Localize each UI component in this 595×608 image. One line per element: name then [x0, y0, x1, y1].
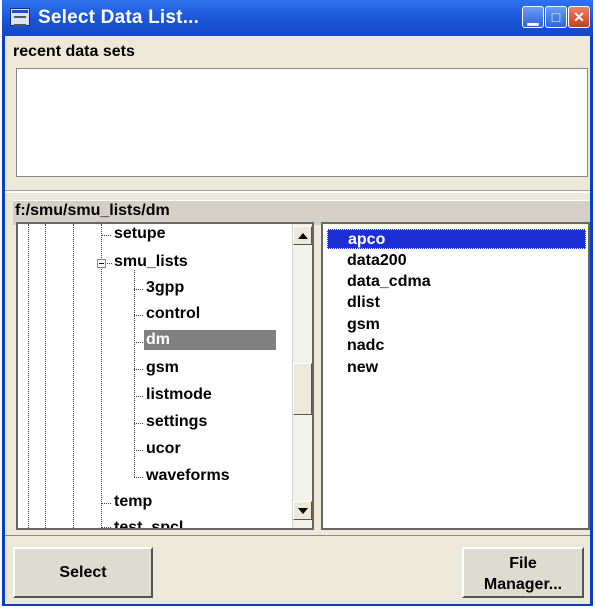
tree-item-control[interactable]: control	[146, 305, 200, 323]
file-item-new[interactable]: new	[327, 358, 586, 378]
tree-branch	[134, 289, 143, 290]
tree-item-setupe[interactable]: setupe	[114, 225, 166, 243]
select-button-label: Select	[59, 564, 107, 581]
tree-guide-line	[101, 224, 102, 528]
file-manager-button[interactable]: File Manager...	[462, 547, 584, 598]
tree-branch	[107, 263, 112, 264]
file-item-data-cdma[interactable]: data_cdma	[327, 272, 586, 292]
window-list-icon	[10, 8, 30, 26]
scroll-thumb[interactable]	[293, 363, 312, 415]
tree-branch	[134, 423, 143, 424]
button-bar: Select File Manager...	[5, 535, 590, 604]
current-path: f:/smu/smu_lists/dm	[15, 202, 170, 219]
maximize-icon: □	[551, 9, 561, 25]
select-button[interactable]: Select	[13, 547, 153, 598]
close-button[interactable]: ✕	[568, 6, 590, 28]
collapse-icon[interactable]	[97, 259, 106, 268]
tree-item-smu-lists[interactable]: smu_lists	[114, 253, 188, 271]
tree-branch	[134, 315, 143, 316]
file-item-gsm[interactable]: gsm	[327, 315, 586, 335]
file-item-nadc[interactable]: nadc	[327, 336, 586, 356]
tree-guide-line	[28, 224, 29, 528]
tree-item-test-spcl[interactable]: test_spcl	[114, 519, 183, 528]
maximize-button[interactable]: □	[545, 6, 567, 28]
tree-branch	[134, 342, 143, 343]
file-item-data200[interactable]: data200	[327, 251, 586, 271]
tree-scrollbar[interactable]	[292, 224, 312, 528]
file-item-apco[interactable]: apco	[327, 229, 586, 249]
window-title: Select Data List...	[38, 7, 200, 28]
file-manager-label-line1: File	[509, 555, 537, 572]
file-list[interactable]: apco data200 data_cdma dlist gsm nadc ne…	[321, 222, 590, 530]
tree-branch	[134, 369, 143, 370]
tree-guide-line	[134, 270, 135, 477]
tree-branch	[101, 235, 111, 236]
tree-item-ucor[interactable]: ucor	[146, 440, 181, 458]
tree-branch	[134, 450, 143, 451]
tree-branch	[101, 527, 111, 528]
down-arrow-icon	[298, 508, 308, 514]
scroll-down-button[interactable]	[293, 501, 312, 520]
minimize-icon: ▁	[527, 9, 539, 25]
file-item-dlist[interactable]: dlist	[327, 293, 586, 313]
tree-item-3gpp[interactable]: 3gpp	[146, 279, 184, 297]
tree-item-waveforms[interactable]: waveforms	[146, 467, 230, 485]
tree-item-temp[interactable]: temp	[114, 493, 152, 511]
scroll-up-button[interactable]	[293, 226, 312, 245]
up-arrow-icon	[298, 233, 308, 239]
recent-data-sets-list[interactable]	[16, 68, 588, 177]
directory-tree[interactable]: setupe smu_lists 3gpp control dm gsm lis…	[16, 222, 314, 530]
recent-data-sets-label: recent data sets	[13, 43, 135, 60]
file-manager-label-line2: Manager...	[483, 576, 563, 593]
tree-item-listmode[interactable]: listmode	[146, 386, 212, 404]
tree-item-settings[interactable]: settings	[146, 413, 207, 431]
tree-branch	[134, 396, 143, 397]
tree-branch	[101, 503, 111, 504]
select-data-list-dialog: Select Data List... ▁ □ ✕ recent data se…	[2, 0, 593, 606]
section-divider	[5, 190, 590, 193]
minimize-button[interactable]: ▁	[522, 6, 544, 28]
tree-branch	[134, 477, 143, 478]
tree-item-dm[interactable]: dm	[144, 330, 276, 350]
title-bar[interactable]: Select Data List... ▁ □ ✕	[2, 0, 593, 36]
tree-guide-line	[45, 224, 46, 528]
close-icon: ✕	[573, 9, 585, 25]
tree-guide-line	[73, 224, 74, 528]
tree-item-gsm[interactable]: gsm	[146, 359, 179, 377]
